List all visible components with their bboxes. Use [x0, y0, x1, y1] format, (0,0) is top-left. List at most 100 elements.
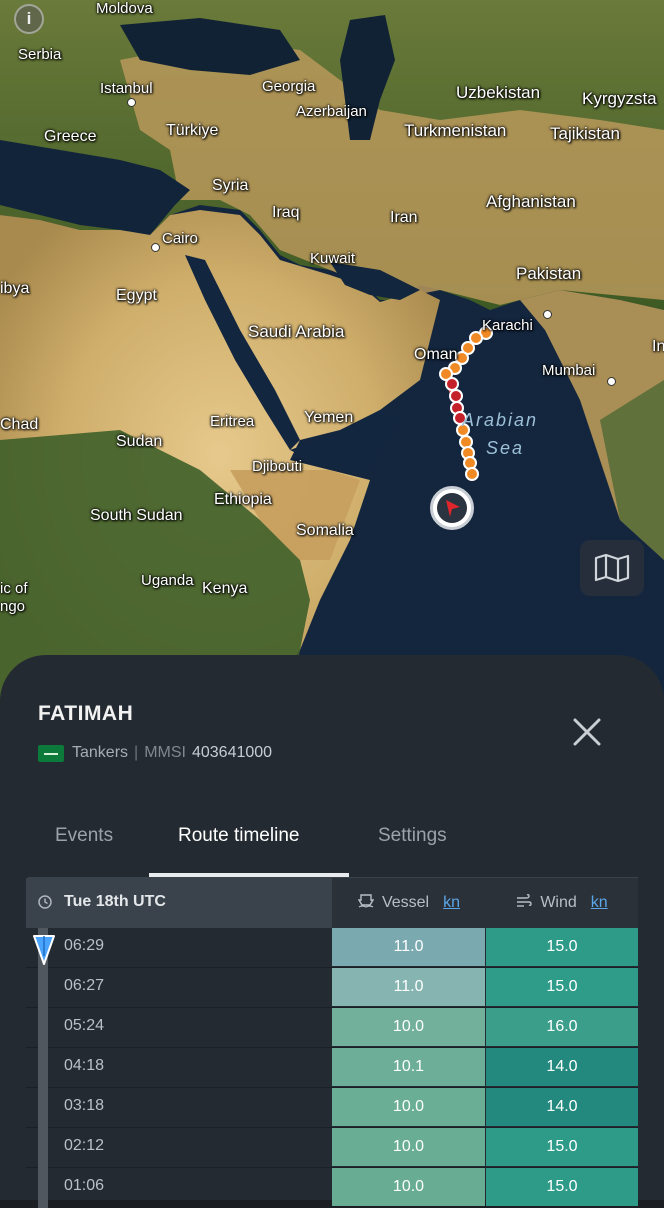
route-timeline-table: Tue 18th UTC Vessel kn Wind kn 06:29 11.0…: [26, 878, 638, 1208]
map-label-india: In: [652, 338, 664, 355]
map-city-mumbai: Mumbai: [542, 362, 596, 379]
ship-icon: [357, 893, 375, 913]
info-icon[interactable]: i: [14, 4, 44, 34]
tab-route-timeline[interactable]: Route timeline: [178, 825, 299, 847]
city-dot-istanbul: [127, 98, 136, 107]
vessel-speed-cell: 11.0: [332, 968, 485, 1006]
wind-column-label: Wind: [540, 894, 577, 911]
vessel-speed-cell: 10.0: [332, 1168, 485, 1206]
active-tab-indicator: [149, 873, 349, 877]
vessel-details-panel: FATIMAH Tankers | MMSI 403641000 Events …: [0, 655, 664, 1208]
map-label-kyrgyzstan: Kyrgyzsta: [582, 89, 657, 108]
row-time: 03:18: [64, 1097, 105, 1114]
map-label-ethiopia: Ethiopia: [214, 491, 272, 508]
tab-events[interactable]: Events: [55, 825, 113, 847]
timeline-scrubber-track[interactable]: [38, 928, 48, 1208]
map-label-republic-of-congo-2: ngo: [0, 598, 26, 615]
map-label-georgia: Georgia: [262, 78, 316, 95]
separator: |: [134, 744, 139, 761]
map-label-sudan: Sudan: [116, 433, 163, 450]
map-layers-button[interactable]: [580, 540, 644, 596]
map-label-greece: Greece: [44, 128, 97, 145]
map-label-turkiye: Türkiye: [166, 122, 219, 139]
map-label-afghanistan: Afghanistan: [486, 192, 576, 211]
table-row[interactable]: 06:27 11.0 15.0: [26, 968, 638, 1008]
map-label-syria: Syria: [212, 177, 249, 194]
vessel-subtitle: Tankers | MMSI 403641000: [38, 744, 272, 762]
vessel-speed-cell: 10.0: [332, 1088, 485, 1126]
table-header: Tue 18th UTC Vessel kn Wind kn: [26, 878, 638, 928]
map-label-tajikistan: Tajikistan: [550, 124, 620, 143]
close-icon[interactable]: [570, 715, 604, 749]
table-row[interactable]: 06:29 11.0 15.0: [26, 928, 638, 968]
city-dot-cairo: [151, 243, 160, 252]
date-label: Tue 18th UTC: [64, 893, 166, 910]
wind-speed-cell: 15.0: [486, 968, 638, 1006]
wind-speed-cell: 14.0: [486, 1088, 638, 1126]
vessel-type: Tankers: [72, 744, 129, 761]
map-label-republic-of-congo-1: ic of: [0, 580, 28, 597]
vessel-speed-cell: 10.0: [332, 1008, 485, 1046]
map-label-libya: ibya: [0, 280, 30, 297]
map-city-karachi: Karachi: [482, 317, 533, 334]
map-label-yemen: Yemen: [304, 409, 354, 426]
map-label-iran: Iran: [390, 209, 418, 226]
wind-speed-cell: 15.0: [486, 1168, 638, 1206]
wind-speed-cell: 15.0: [486, 1128, 638, 1166]
table-row[interactable]: 01:06 10.0 15.0: [26, 1168, 638, 1208]
vessel-unit-link[interactable]: kn: [443, 894, 460, 912]
map-label-oman: Oman: [414, 346, 458, 363]
map-view[interactable]: Moldova Serbia Greece Türkiye Georgia Az…: [0, 0, 664, 700]
tab-settings[interactable]: Settings: [378, 825, 447, 847]
wind-speed-column-header: Wind kn: [486, 878, 638, 928]
row-time: 05:24: [64, 1017, 105, 1034]
row-time: 06:29: [64, 937, 105, 954]
map-label-pakistan: Pakistan: [516, 264, 582, 283]
map-label-saudi-arabia: Saudi Arabia: [248, 322, 345, 341]
map-city-istanbul: Istanbul: [100, 80, 153, 97]
row-time: 04:18: [64, 1057, 105, 1074]
table-body: 06:29 11.0 15.0 06:27 11.0 15.0 05:24 10.0 16.0 0…: [26, 928, 638, 1208]
vessel-speed-cell: 10.0: [332, 1128, 485, 1166]
map-label-egypt: Egypt: [116, 287, 157, 304]
table-row[interactable]: 02:12 10.0 15.0: [26, 1128, 638, 1168]
row-time: 02:12: [64, 1137, 105, 1154]
vessel-name: FATIMAH: [38, 702, 134, 725]
map-label-eritrea: Eritrea: [210, 413, 255, 430]
tab-bar: Events Route timeline Settings: [28, 805, 638, 878]
vessel-position-icon[interactable]: [430, 486, 474, 530]
table-row[interactable]: 05:24 10.0 16.0: [26, 1008, 638, 1048]
map-label-south-sudan: South Sudan: [90, 507, 183, 524]
map-label-uzbekistan: Uzbekistan: [456, 83, 541, 102]
city-dot-mumbai: [607, 377, 616, 386]
row-time: 01:06: [64, 1177, 105, 1194]
city-dot-karachi: [543, 310, 552, 319]
timeline-position-marker-icon[interactable]: [32, 934, 56, 966]
vessel-speed-column-header: Vessel kn: [332, 878, 486, 928]
flag-icon: [38, 744, 64, 762]
map-icon: [594, 554, 630, 582]
map-label-kenya: Kenya: [202, 580, 248, 597]
map-label-somalia: Somalia: [296, 522, 354, 539]
map-city-cairo: Cairo: [162, 230, 198, 247]
map-label-chad: Chad: [0, 416, 39, 433]
map-label-uganda: Uganda: [141, 572, 194, 589]
map-label-serbia: Serbia: [18, 46, 62, 63]
table-row[interactable]: 03:18 10.0 14.0: [26, 1088, 638, 1128]
vessel-column-label: Vessel: [381, 894, 430, 911]
table-row[interactable]: 04:18 10.1 14.0: [26, 1048, 638, 1088]
wind-speed-cell: 15.0: [486, 928, 638, 966]
row-time: 06:27: [64, 977, 105, 994]
wind-unit-link[interactable]: kn: [591, 894, 608, 912]
map-label-azerbaijan: Azerbaijan: [296, 103, 367, 120]
clock-icon: [38, 895, 52, 909]
wind-icon: [516, 893, 533, 913]
map-label-kuwait: Kuwait: [310, 250, 356, 267]
wind-speed-cell: 16.0: [486, 1008, 638, 1046]
wind-speed-cell: 14.0: [486, 1048, 638, 1086]
map-label-moldova: Moldova: [96, 0, 153, 17]
mmsi-label: MMSI: [144, 744, 186, 761]
map-sea-label-arabian: Arabian: [462, 410, 539, 430]
mmsi-value: 403641000: [191, 744, 273, 761]
map-label-djibouti: Djibouti: [252, 458, 303, 475]
